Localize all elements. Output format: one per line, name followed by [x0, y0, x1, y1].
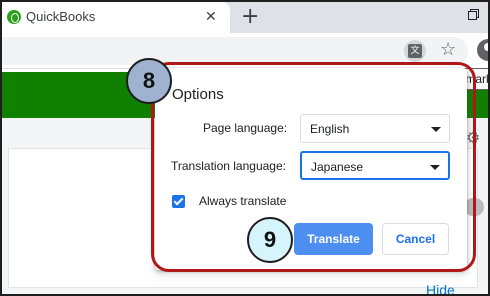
- translate-glyph: 文: [408, 44, 422, 58]
- tab-strip: QuickBooks ✕ +: [2, 2, 488, 33]
- tab-quickbooks[interactable]: QuickBooks ✕: [2, 2, 230, 33]
- bookmark-star-icon[interactable]: ☆: [440, 39, 456, 60]
- new-tab-button[interactable]: +: [241, 4, 259, 29]
- step-badge-9: 9: [247, 217, 293, 263]
- close-tab-icon[interactable]: ✕: [205, 8, 217, 25]
- browser-window: QuickBooks ✕ + 文 ☆ ⚙ Hide Bookmark Optio…: [0, 0, 490, 296]
- step-badge-8: 8: [126, 58, 172, 104]
- omnibox[interactable]: [2, 37, 468, 65]
- restore-window-icon[interactable]: [468, 9, 479, 20]
- hide-link[interactable]: Hide: [426, 282, 455, 294]
- translate-page-icon[interactable]: 文: [404, 40, 426, 62]
- annotation-highlight-box: [151, 62, 476, 272]
- quickbooks-favicon-icon: [7, 10, 21, 24]
- tab-title: QuickBooks: [26, 9, 96, 24]
- profile-avatar-icon[interactable]: [477, 39, 488, 61]
